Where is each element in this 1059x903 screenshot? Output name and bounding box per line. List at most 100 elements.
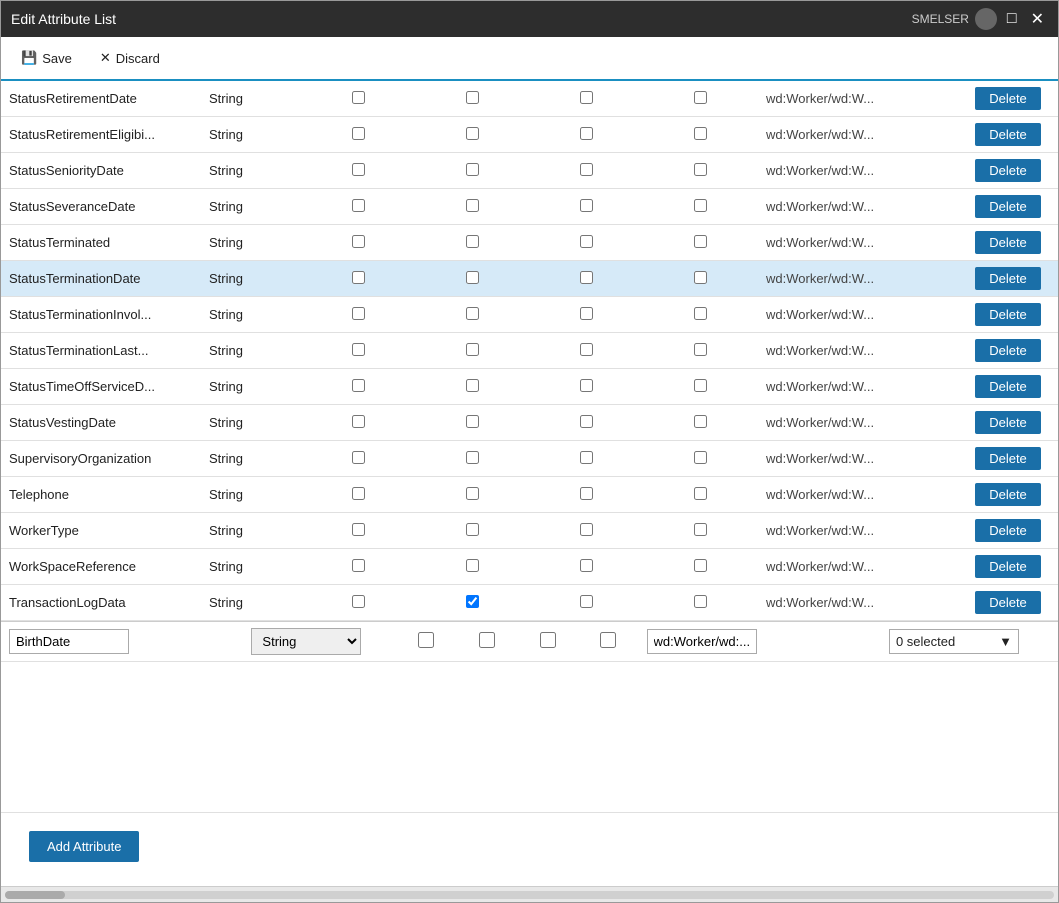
delete-button[interactable]: Delete xyxy=(975,231,1041,254)
new-cb2[interactable] xyxy=(479,632,495,648)
checkbox-cb1-row-10[interactable] xyxy=(352,451,365,464)
new-name-input[interactable] xyxy=(9,629,129,654)
checkbox-cb4-row-7[interactable] xyxy=(694,343,707,356)
checkbox-cb3-row-9[interactable] xyxy=(580,415,593,428)
checkbox-cb3-row-5[interactable] xyxy=(580,271,593,284)
checkbox-cb1-row-5[interactable] xyxy=(352,271,365,284)
checkbox-cb1-row-3[interactable] xyxy=(352,199,365,212)
checkbox-cb2-row-11[interactable] xyxy=(466,487,479,500)
maximize-button[interactable]: □ xyxy=(1003,7,1021,31)
checkbox-cb2-row-3[interactable] xyxy=(466,199,479,212)
save-button[interactable]: 💾 Save xyxy=(15,47,78,69)
delete-button[interactable]: Delete xyxy=(975,591,1041,614)
checkbox-cb1-row-8[interactable] xyxy=(352,379,365,392)
horizontal-scrollbar[interactable] xyxy=(1,886,1058,902)
checkbox-cb4-row-5[interactable] xyxy=(694,271,707,284)
scrollbar-thumb[interactable] xyxy=(5,891,65,899)
checkbox-cb2-row-14[interactable] xyxy=(466,595,479,608)
row-cb2 xyxy=(415,225,529,261)
checkbox-cb1-row-13[interactable] xyxy=(352,559,365,572)
checkbox-cb3-row-12[interactable] xyxy=(580,523,593,536)
checkbox-cb2-row-8[interactable] xyxy=(466,379,479,392)
close-button[interactable]: ✕ xyxy=(1027,7,1048,31)
row-cb2 xyxy=(415,369,529,405)
checkbox-cb1-row-0[interactable] xyxy=(352,91,365,104)
checkbox-cb4-row-12[interactable] xyxy=(694,523,707,536)
checkbox-cb2-row-7[interactable] xyxy=(466,343,479,356)
checkbox-cb3-row-6[interactable] xyxy=(580,307,593,320)
delete-button[interactable]: Delete xyxy=(975,159,1041,182)
row-cb1 xyxy=(301,405,415,441)
checkbox-cb4-row-3[interactable] xyxy=(694,199,707,212)
checkbox-cb1-row-12[interactable] xyxy=(352,523,365,536)
discard-button[interactable]: ✕ Discard xyxy=(94,47,166,69)
checkbox-cb2-row-9[interactable] xyxy=(466,415,479,428)
checkbox-cb1-row-4[interactable] xyxy=(352,235,365,248)
row-path: wd:Worker/wd:W... xyxy=(758,153,958,189)
new-path-input[interactable] xyxy=(647,629,757,654)
checkbox-cb3-row-8[interactable] xyxy=(580,379,593,392)
delete-button[interactable]: Delete xyxy=(975,411,1041,434)
checkbox-cb1-row-9[interactable] xyxy=(352,415,365,428)
checkbox-cb4-row-6[interactable] xyxy=(694,307,707,320)
checkbox-cb3-row-2[interactable] xyxy=(580,163,593,176)
checkbox-cb4-row-8[interactable] xyxy=(694,379,707,392)
checkbox-cb3-row-13[interactable] xyxy=(580,559,593,572)
delete-button[interactable]: Delete xyxy=(975,195,1041,218)
delete-button[interactable]: Delete xyxy=(975,519,1041,542)
delete-button[interactable]: Delete xyxy=(975,339,1041,362)
checkbox-cb4-row-0[interactable] xyxy=(694,91,707,104)
delete-button[interactable]: Delete xyxy=(975,87,1041,110)
checkbox-cb2-row-0[interactable] xyxy=(466,91,479,104)
row-name: StatusTerminationLast... xyxy=(1,333,201,369)
add-attribute-button[interactable]: Add Attribute xyxy=(29,831,139,862)
new-cb4[interactable] xyxy=(600,632,616,648)
checkbox-cb2-row-2[interactable] xyxy=(466,163,479,176)
checkbox-cb1-row-14[interactable] xyxy=(352,595,365,608)
checkbox-cb4-row-11[interactable] xyxy=(694,487,707,500)
row-type: String xyxy=(201,189,301,225)
checkbox-cb2-row-13[interactable] xyxy=(466,559,479,572)
checkbox-cb4-row-1[interactable] xyxy=(694,127,707,140)
delete-button[interactable]: Delete xyxy=(975,267,1041,290)
checkbox-cb3-row-14[interactable] xyxy=(580,595,593,608)
checkbox-cb1-row-11[interactable] xyxy=(352,487,365,500)
checkbox-cb4-row-9[interactable] xyxy=(694,415,707,428)
checkbox-cb2-row-6[interactable] xyxy=(466,307,479,320)
window-title: Edit Attribute List xyxy=(11,11,116,27)
checkbox-cb4-row-10[interactable] xyxy=(694,451,707,464)
delete-button[interactable]: Delete xyxy=(975,483,1041,506)
checkbox-cb2-row-12[interactable] xyxy=(466,523,479,536)
checkbox-cb3-row-10[interactable] xyxy=(580,451,593,464)
selected-dropdown[interactable]: 0 selected ▼ xyxy=(889,629,1019,654)
delete-button[interactable]: Delete xyxy=(975,555,1041,578)
checkbox-cb2-row-1[interactable] xyxy=(466,127,479,140)
checkbox-cb1-row-7[interactable] xyxy=(352,343,365,356)
delete-button[interactable]: Delete xyxy=(975,303,1041,326)
checkbox-cb4-row-14[interactable] xyxy=(694,595,707,608)
checkbox-cb4-row-2[interactable] xyxy=(694,163,707,176)
checkbox-cb2-row-4[interactable] xyxy=(466,235,479,248)
checkbox-cb3-row-0[interactable] xyxy=(580,91,593,104)
new-cb1[interactable] xyxy=(418,632,434,648)
new-type-select[interactable]: String Integer Boolean Date xyxy=(251,628,361,655)
checkbox-cb4-row-13[interactable] xyxy=(694,559,707,572)
checkbox-cb3-row-11[interactable] xyxy=(580,487,593,500)
checkbox-cb1-row-2[interactable] xyxy=(352,163,365,176)
checkbox-cb4-row-4[interactable] xyxy=(694,235,707,248)
delete-button[interactable]: Delete xyxy=(975,123,1041,146)
checkbox-cb1-row-6[interactable] xyxy=(352,307,365,320)
checkbox-cb3-row-3[interactable] xyxy=(580,199,593,212)
row-name: WorkerType xyxy=(1,513,201,549)
delete-button[interactable]: Delete xyxy=(975,447,1041,470)
checkbox-cb1-row-1[interactable] xyxy=(352,127,365,140)
row-cb4 xyxy=(644,153,758,189)
checkbox-cb2-row-5[interactable] xyxy=(466,271,479,284)
row-path: wd:Worker/wd:W... xyxy=(758,333,958,369)
checkbox-cb3-row-4[interactable] xyxy=(580,235,593,248)
checkbox-cb3-row-7[interactable] xyxy=(580,343,593,356)
new-cb3[interactable] xyxy=(540,632,556,648)
checkbox-cb2-row-10[interactable] xyxy=(466,451,479,464)
checkbox-cb3-row-1[interactable] xyxy=(580,127,593,140)
delete-button[interactable]: Delete xyxy=(975,375,1041,398)
